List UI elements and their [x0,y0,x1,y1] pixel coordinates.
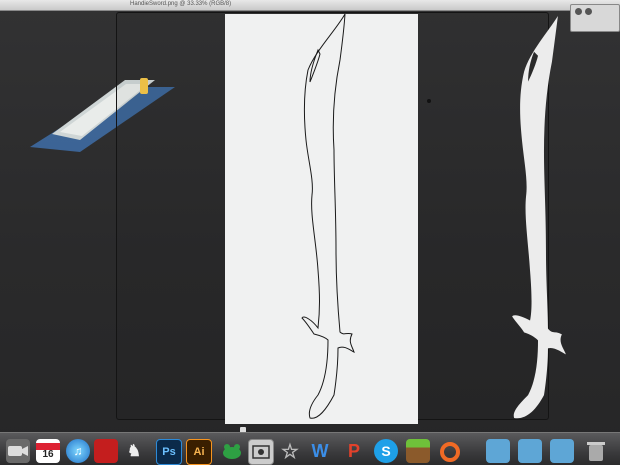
frog-icon[interactable] [220,439,244,463]
folder-icon[interactable] [486,439,510,463]
unicorn-icon[interactable]: ♞ [122,439,146,463]
cursor-dot [427,99,431,103]
orange-app-icon[interactable] [438,439,462,463]
screenshot-icon[interactable] [248,439,274,465]
illustrator-icon[interactable]: Ai [186,439,212,465]
calendar-date: 16 [42,448,54,460]
close-icon[interactable] [575,8,582,15]
skype-icon[interactable]: S [374,439,398,463]
minecraft-icon[interactable] [406,439,430,463]
sword-preview-image [512,15,566,419]
window-title: HandieSword.png @ 33.33% (RGB/8) [130,1,232,7]
red-app-icon[interactable] [94,439,118,463]
folder-icon[interactable] [518,439,542,463]
star-icon[interactable]: ☆ [278,439,302,463]
dock: 16 ♫ ♞ Ps Ai ☆ W P S [0,432,620,465]
minimize-icon[interactable] [585,8,592,15]
trash-icon[interactable] [584,439,608,463]
folder-icon[interactable] [550,439,574,463]
camera-icon[interactable] [6,439,30,463]
screen: HandieSword.png @ 33.33% (RGB/8) 16 ♫ ♞ … [0,0,620,465]
itunes-icon[interactable]: ♫ [66,439,90,463]
sword-outline-path[interactable] [300,10,360,422]
panel-widget[interactable] [570,4,620,32]
photoshop-icon[interactable]: Ps [156,439,182,465]
word-icon[interactable]: W [308,439,332,463]
wordpress-icon[interactable]: P [342,439,366,463]
calendar-icon[interactable]: 16 [36,439,60,463]
